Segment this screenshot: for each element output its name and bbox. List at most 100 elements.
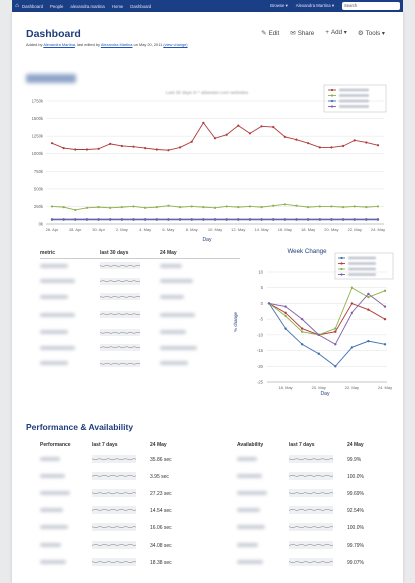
metric-name-blurred (40, 361, 68, 366)
sparkline (91, 488, 137, 497)
availability-name-blurred (237, 456, 257, 461)
week-chart-point (267, 302, 271, 305)
home-icon[interactable]: ⌂ (12, 3, 22, 9)
metrics-table-row (40, 259, 240, 275)
availability-value: 99.69% (347, 490, 364, 497)
availability-name-blurred (237, 473, 262, 478)
page-title: Dashboard (26, 28, 81, 40)
sparkline (91, 506, 137, 515)
main-chart-point (155, 206, 158, 209)
main-chart-xtick: 20. May (324, 227, 338, 232)
week-chart-point (367, 339, 370, 343)
main-chart-xtick: 6. May (162, 227, 174, 232)
main-chart-point (85, 217, 89, 221)
main-chart-ytick: 1500k (32, 116, 44, 121)
search-input[interactable]: Search (342, 2, 400, 10)
performance-name-blurred (40, 508, 63, 513)
main-chart-point (237, 206, 240, 209)
main-chart-point (365, 206, 368, 209)
main-chart-xlabel: Day (203, 237, 212, 243)
week-chart-ytick: -25 (257, 380, 264, 385)
author-link[interactable]: Alexandra Martina (43, 42, 75, 47)
week-chart-ytick: -5 (259, 317, 263, 322)
main-chart-point (307, 217, 310, 221)
week-chart-point (300, 343, 304, 346)
availability-row: 100.0% (237, 520, 402, 537)
main-chart-legend-label-blurred (339, 99, 369, 103)
main-chart-point (109, 142, 112, 145)
main-chart-point (260, 125, 263, 128)
week-chart-ylabel: % change (233, 311, 238, 332)
breadcrumb-user[interactable]: alexandra.martina (70, 4, 104, 9)
performance-name-blurred (40, 525, 68, 530)
week-chart-point (383, 317, 387, 321)
main-chart-ytick: 1250k (32, 134, 44, 139)
main-chart-legend-marker (330, 99, 334, 103)
performance-header: Performance (40, 442, 71, 448)
main-chart-legend-label-blurred (339, 94, 369, 97)
availability-value: 92.54% (347, 508, 364, 515)
edit-button[interactable]: ✎ Edit (261, 29, 279, 37)
metric-name-blurred (40, 330, 68, 335)
main-chart-title: Last 30 days in * atlassian.com websites (166, 90, 249, 95)
metric-name-blurred (40, 294, 68, 299)
main-chart-legend-marker (330, 94, 334, 97)
performance-row: 3.95 sec (40, 468, 215, 485)
main-chart-point (167, 149, 170, 152)
main-chart-legend-marker (330, 105, 334, 108)
breadcrumb-dashboard[interactable]: Dashboard (22, 4, 43, 9)
sparkline (288, 471, 334, 480)
main-chart-point (97, 147, 100, 150)
user-menu[interactable]: Alexandra Martina ▾ (296, 3, 334, 9)
main-chart-point (365, 217, 368, 221)
main-chart-point (50, 142, 54, 145)
week-chart-point (284, 314, 287, 318)
main-chart-point (120, 206, 123, 209)
main-chart-point (62, 217, 65, 221)
metrics-table-row (40, 290, 240, 306)
main-chart-point (97, 217, 100, 221)
metrics-table-row (40, 326, 240, 342)
main-chart-xtick: 16. May (278, 227, 292, 232)
main-chart-ytick: 750k (34, 169, 44, 174)
breadcrumb-home[interactable]: Home (112, 4, 123, 9)
main-chart-point (248, 205, 252, 208)
performance-header-today: 24 May (150, 442, 167, 448)
main-chart-point (62, 206, 65, 209)
availability-row: 99.79% (237, 537, 402, 554)
main-chart-point (109, 206, 112, 209)
sparkline (91, 557, 137, 566)
main-chart-ytick: 0k (39, 222, 44, 227)
breadcrumb-people[interactable]: People (50, 4, 63, 9)
week-chart-ytick: -10 (257, 332, 264, 337)
envelope-icon: ✉ (290, 30, 296, 37)
browse-menu[interactable]: Browse ▾ (270, 3, 288, 9)
metrics-table-row (40, 306, 240, 326)
main-chart-xtick: 4. May (139, 227, 151, 232)
main-chart-point (318, 205, 321, 208)
metrics-table-row (40, 341, 240, 357)
main-chart-point (225, 205, 228, 208)
main-chart-point (365, 141, 368, 144)
breadcrumb-current[interactable]: Dashboard (130, 4, 151, 9)
performance-row: 35.86 sec (40, 451, 215, 468)
performance-value: 35.86 sec (150, 456, 172, 463)
week-chart-point (284, 327, 287, 330)
share-button[interactable]: ✉ Share (290, 29, 314, 37)
sparkline (91, 454, 137, 463)
main-chart-xtick: 10. May (208, 227, 222, 232)
performance-value: 34.08 sec (150, 542, 172, 549)
sparkline (99, 262, 141, 270)
week-chart-legend-marker (340, 256, 343, 260)
main-chart-point (272, 204, 275, 207)
add-menu-button[interactable]: + Add ▾ (325, 29, 347, 37)
availability-row: 100.0% (237, 468, 402, 485)
editor-link[interactable]: Alexandra Martina (101, 42, 133, 47)
main-chart-point (318, 217, 321, 221)
week-chart-point (350, 302, 354, 305)
week-chart-point (350, 286, 354, 289)
main-chart-point (341, 217, 345, 221)
week-chart-xtick: 24. May (378, 385, 392, 390)
view-change-link[interactable]: (view change) (163, 42, 187, 47)
tools-menu-button[interactable]: ⚙ Tools ▾ (358, 29, 385, 37)
